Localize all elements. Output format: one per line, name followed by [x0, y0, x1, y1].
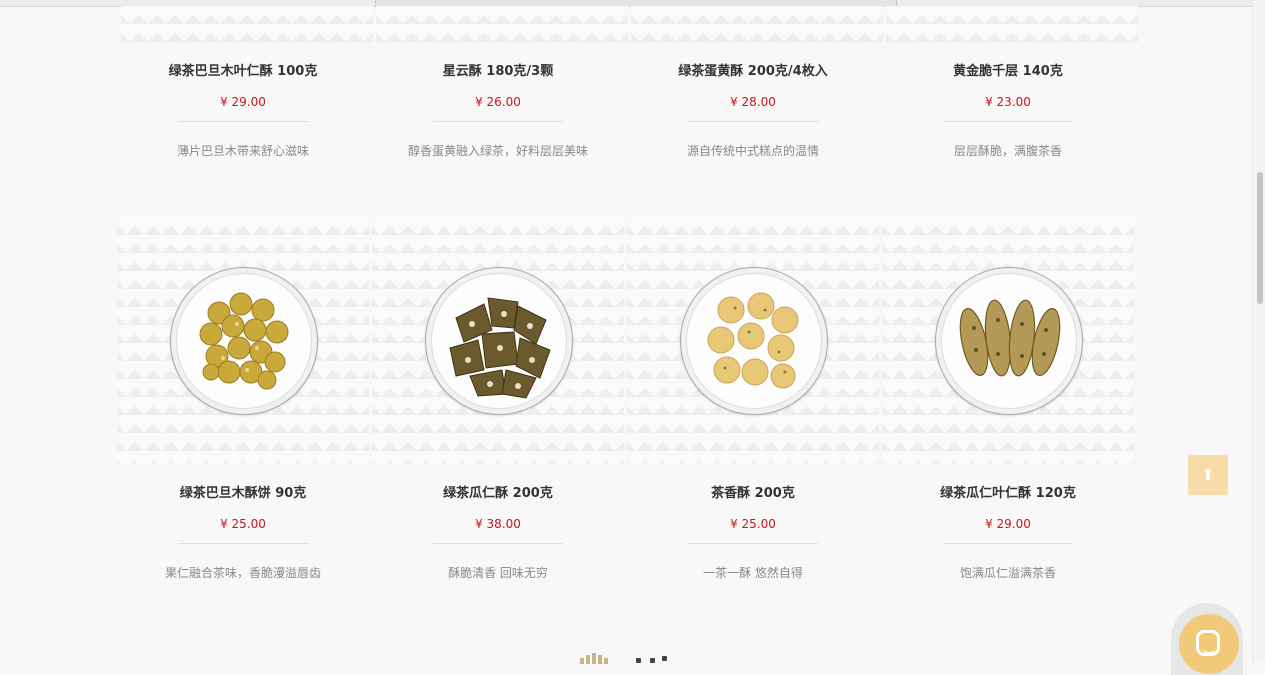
product-name[interactable]: 绿茶蛋黄酥 200克/4枚入 — [627, 63, 879, 81]
divider — [688, 543, 818, 544]
product-name[interactable]: 绿茶巴旦木酥饼 90克 — [117, 485, 369, 503]
tea-shortbread-balls-plate-image — [680, 267, 828, 415]
product-description: 果仁融合茶味，香脆漫溢唇齿 — [164, 566, 321, 580]
product-price: ¥ 38.00 — [475, 517, 521, 531]
back-to-top-button[interactable]: ⬆ — [1188, 455, 1228, 495]
product-card[interactable]: 茶香酥 200克 ¥ 25.00 一茶一酥 悠然自得 — [627, 217, 879, 581]
product-image[interactable] — [372, 217, 624, 463]
product-card[interactable]: 绿茶巴旦木叶仁酥 100克 ¥ 29.00 薄片巴旦木带来舒心滋味 — [117, 63, 369, 159]
almond-cookie-plate-image — [170, 267, 318, 415]
product-image-partial[interactable] — [886, 6, 1138, 42]
product-name[interactable]: 绿茶巴旦木叶仁酥 100克 — [117, 63, 369, 81]
scrollbar-thumb[interactable] — [1257, 172, 1263, 304]
product-price: ¥ 26.00 — [475, 95, 521, 109]
footer-logo-icon — [580, 652, 614, 664]
product-description: 饱满瓜仁溢满茶香 — [959, 566, 1056, 580]
product-description: 层层酥脆，满腹茶香 — [953, 144, 1062, 158]
product-image-partial[interactable] — [121, 6, 373, 42]
chat-button[interactable] — [1179, 614, 1239, 674]
product-price: ¥ 23.00 — [985, 95, 1031, 109]
product-description: 薄片巴旦木带来舒心滋味 — [176, 144, 309, 158]
product-description: 源自传统中式糕点的温情 — [686, 144, 819, 158]
arrow-up-icon: ⬆ — [1201, 465, 1215, 484]
product-price: ¥ 25.00 — [220, 517, 266, 531]
product-name[interactable]: 星云酥 180克/3颗 — [372, 63, 624, 81]
product-image-partial[interactable] — [376, 6, 628, 42]
product-card[interactable]: 绿茶巴旦木酥饼 90克 ¥ 25.00 果仁融合茶味，香脆漫溢唇齿 — [117, 217, 369, 581]
product-description: 酥脆清香 回味无穷 — [448, 566, 548, 580]
divider — [688, 121, 818, 122]
divider — [178, 543, 308, 544]
product-description: 一茶一酥 悠然自得 — [703, 566, 803, 580]
product-image-partial[interactable] — [631, 6, 883, 42]
product-description: 醇香蛋黄融入绿茶，好料层层美味 — [407, 144, 588, 158]
product-price: ¥ 28.00 — [730, 95, 776, 109]
divider — [178, 121, 308, 122]
product-price: ¥ 25.00 — [730, 517, 776, 531]
product-card[interactable]: 星云酥 180克/3颗 ¥ 26.00 醇香蛋黄融入绿茶，好料层层美味 — [372, 63, 624, 159]
divider — [433, 543, 563, 544]
divider — [433, 121, 563, 122]
product-name[interactable]: 绿茶瓜仁叶仁酥 120克 — [882, 485, 1134, 503]
divider — [943, 543, 1073, 544]
product-image[interactable] — [117, 217, 369, 463]
product-name[interactable]: 黄金脆千层 140克 — [882, 63, 1134, 81]
product-price: ¥ 29.00 — [985, 517, 1031, 531]
product-card[interactable]: 绿茶瓜仁叶仁酥 120克 ¥ 29.00 饱满瓜仁溢满茶香 — [882, 217, 1134, 581]
product-name[interactable]: 茶香酥 200克 — [627, 485, 879, 503]
melon-seed-brittle-plate-image — [425, 267, 573, 415]
product-image[interactable] — [882, 217, 1134, 463]
product-card[interactable]: 黄金脆千层 140克 ¥ 23.00 层层酥脆，满腹茶香 — [882, 63, 1134, 159]
leaf-pastry-plate-image — [935, 267, 1083, 415]
product-card[interactable]: 绿茶蛋黄酥 200克/4枚入 ¥ 28.00 源自传统中式糕点的温情 — [627, 63, 879, 159]
product-card[interactable]: 绿茶瓜仁酥 200克 ¥ 38.00 酥脆清香 回味无穷 — [372, 217, 624, 581]
product-name[interactable]: 绿茶瓜仁酥 200克 — [372, 485, 624, 503]
footer-brand-mark-icon — [636, 656, 670, 664]
product-image[interactable] — [627, 217, 879, 463]
scrollbar[interactable] — [1252, 0, 1265, 662]
product-price: ¥ 29.00 — [220, 95, 266, 109]
divider — [943, 121, 1073, 122]
